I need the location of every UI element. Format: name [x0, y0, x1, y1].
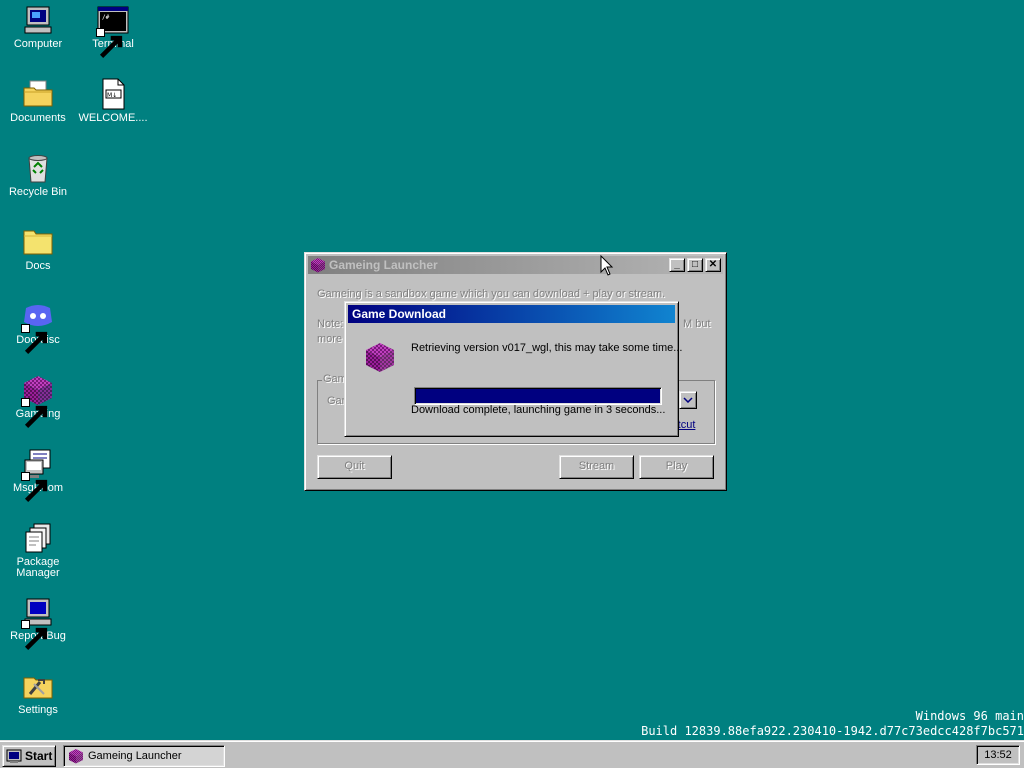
maximize-icon: □ [691, 259, 699, 270]
gameing-cube-icon [311, 258, 325, 273]
desktop-icon-welcome[interactable]: M↓ WELCOME.... [75, 78, 151, 124]
svg-text:/#: /# [102, 14, 110, 21]
maximize-button[interactable]: □ [687, 258, 703, 272]
documents-folder-icon [22, 78, 54, 110]
msgroom-icon [21, 448, 54, 503]
taskbar-item-label: Gameing Launcher [88, 750, 182, 762]
doordisc-icon [21, 300, 54, 355]
system-clock[interactable]: 13:52 [976, 745, 1020, 765]
play-button[interactable]: Play [639, 455, 714, 479]
desktop-icon-label: WELCOME.... [78, 112, 148, 124]
close-button[interactable]: ✕ [705, 258, 721, 272]
start-logo-icon [6, 749, 22, 763]
desktop-icon-docs[interactable]: Docs [0, 226, 76, 272]
minimize-icon: _ [674, 259, 680, 270]
gameing-cube-icon [69, 749, 83, 764]
desktop-icon-computer[interactable]: Computer [0, 4, 76, 50]
chevron-down-icon [683, 397, 693, 403]
desktop-icon-settings[interactable]: Settings [0, 670, 76, 716]
shortcut-arrow-icon [21, 324, 48, 355]
build-watermark-line2: Build 12839.88efa922.230410-1942.d77c73e… [641, 724, 1024, 738]
minimize-button[interactable]: _ [669, 258, 685, 272]
game-label: Gar [327, 395, 346, 407]
desktop-icon-package-manager[interactable]: Package Manager [0, 522, 76, 579]
launcher-note-line2: more [317, 333, 343, 345]
game-download-dialog[interactable]: Game Download Retrieving version v017_wg… [344, 301, 682, 437]
progress-fill [416, 389, 660, 403]
gameing-cube-icon [21, 374, 54, 429]
quit-button[interactable]: Quit [317, 455, 392, 479]
game-select-dropdown-button[interactable] [679, 391, 697, 409]
shortcut-arrow-icon [21, 620, 48, 651]
download-titlebar[interactable]: Game Download [348, 305, 675, 323]
report-bug-icon [21, 596, 54, 651]
dialog-title: Game Download [352, 307, 447, 321]
gameing-cube-icon [366, 343, 394, 372]
launcher-titlebar[interactable]: Gameing Launcher _ □ ✕ [308, 256, 723, 274]
taskbar: Start Gameing Launcher 13:52 [0, 740, 1024, 768]
stream-button[interactable]: Stream [559, 455, 634, 479]
shortcut-arrow-icon [21, 472, 48, 503]
svg-text:M↓: M↓ [107, 92, 117, 99]
download-progress-bar [414, 387, 662, 405]
desktop-icon-recycle-bin[interactable]: Recycle Bin [0, 152, 76, 198]
settings-icon [22, 670, 54, 702]
taskbar-item-gameing-launcher[interactable]: Gameing Launcher [63, 745, 225, 767]
desktop-icon-label: Recycle Bin [8, 186, 68, 198]
markdown-file-icon: M↓ [97, 78, 129, 110]
shortcut-arrow-icon [21, 398, 48, 429]
download-dialog-body: Retrieving version v017_wgl, this may ta… [348, 323, 682, 433]
desktop-icon-label: Package Manager [16, 556, 60, 579]
download-status: Download complete, launching game in 3 s… [411, 404, 666, 416]
launcher-note-tail: M but [683, 318, 711, 330]
launcher-description: Gameing is a sandbox game which you can … [317, 288, 666, 300]
terminal-icon: /# [96, 4, 129, 59]
start-button[interactable]: Start [2, 745, 56, 767]
launcher-note: Note: [317, 318, 344, 330]
recycle-bin-icon [22, 152, 54, 184]
desktop-icon-msgroom[interactable]: MsgRoom [0, 448, 76, 503]
desktop-icon-label: Documents [10, 112, 66, 124]
desktop-icon-doordisc[interactable]: Doordisc [0, 300, 76, 355]
desktop-icon-label: Settings [18, 704, 58, 716]
window-title: Gameing Launcher [329, 258, 438, 272]
desktop-icon-gameing[interactable]: Gameing [0, 374, 76, 429]
desktop-icon-label: Computer [13, 38, 63, 50]
shortcut-arrow-icon [96, 28, 123, 59]
start-label: Start [25, 749, 53, 763]
computer-icon [22, 4, 54, 36]
desktop-icon-report-bug[interactable]: Report Bug [0, 596, 76, 651]
desktop-icon-label: Docs [25, 260, 51, 272]
desktop-icon-documents[interactable]: Documents [0, 78, 76, 124]
close-icon: ✕ [708, 259, 718, 270]
folder-icon [22, 226, 54, 258]
download-message: Retrieving version v017_wgl, this may ta… [411, 342, 683, 354]
build-watermark-line1: Windows 96 main [915, 709, 1024, 723]
mouse-cursor-icon [600, 255, 614, 276]
desktop-icon-terminal[interactable]: /# Terminal [75, 4, 151, 59]
package-manager-icon [22, 522, 54, 554]
